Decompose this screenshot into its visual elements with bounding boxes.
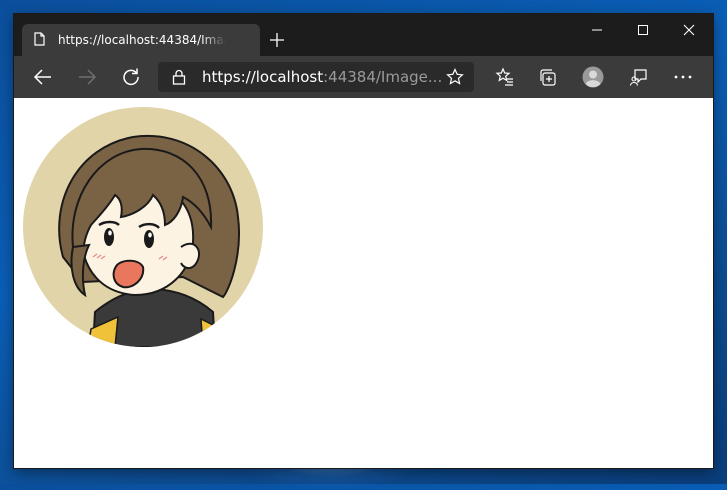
url-host: https://localhost [202, 68, 324, 86]
close-icon [683, 24, 695, 36]
minimize-icon [592, 29, 602, 31]
collections-button[interactable] [537, 66, 559, 88]
forward-button[interactable] [76, 66, 98, 88]
favorites-list-icon [495, 67, 513, 86]
more-dots-icon [674, 75, 692, 79]
profile-button[interactable] [582, 66, 604, 88]
browser-tab[interactable]: https://localhost:44384/ImageCircle [22, 24, 260, 56]
profile-avatar-icon [582, 66, 604, 88]
maximize-button[interactable] [620, 14, 666, 46]
add-favorite-star-icon[interactable] [446, 68, 464, 86]
tab-title: https://localhost:44384/ImageCircle [58, 33, 226, 47]
feedback-icon [629, 69, 647, 86]
back-button[interactable] [32, 66, 54, 88]
browser-window: https://localhost:44384/ImageCircle [14, 14, 713, 468]
back-arrow-icon [33, 69, 51, 85]
settings-more-button[interactable] [672, 66, 694, 88]
lock-icon[interactable] [172, 69, 186, 85]
refresh-icon [123, 68, 139, 86]
url-path: :44384/Image... [323, 68, 442, 86]
refresh-button[interactable] [120, 66, 142, 88]
feedback-button[interactable] [628, 66, 650, 88]
new-tab-plus-icon[interactable] [266, 29, 288, 51]
navigation-toolbar: https://localhost:44384/Image... [14, 56, 713, 98]
maximize-icon [638, 25, 648, 35]
favorites-button[interactable] [494, 66, 516, 88]
url-text[interactable]: https://localhost:44384/Image... [202, 68, 442, 88]
close-window-button[interactable] [666, 14, 712, 46]
address-bar[interactable]: https://localhost:44384/Image... [158, 62, 474, 92]
forward-arrow-icon [79, 69, 97, 85]
page-icon [34, 32, 45, 46]
collections-icon [540, 69, 556, 86]
page-content [14, 98, 713, 468]
tab-close-icon[interactable] [236, 33, 250, 47]
anime-girl-illustration [23, 107, 263, 347]
minimize-button[interactable] [574, 14, 620, 46]
circle-image [23, 107, 263, 347]
title-bar: https://localhost:44384/ImageCircle [14, 14, 713, 56]
